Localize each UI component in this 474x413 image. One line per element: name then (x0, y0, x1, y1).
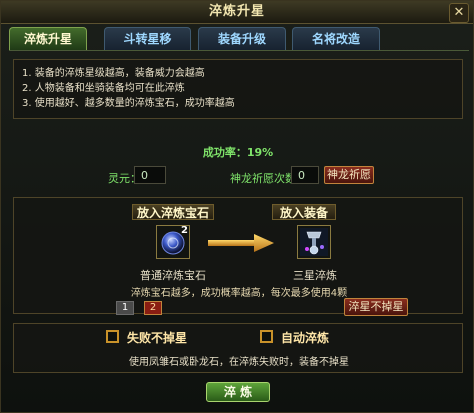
options-panel: 失败不掉星 自动淬炼 使用凤雏石或卧龙石，在淬炼失败时，装备不掉星 (13, 323, 463, 373)
no-drop-label: 失败不掉星 (127, 331, 188, 345)
dragon-prayer-button[interactable]: 神龙祈愿 (324, 166, 374, 184)
gem-count-badge: 2 (181, 225, 188, 236)
auto-refine-checkbox[interactable] (260, 330, 273, 343)
prayer-count-value: 0 (291, 166, 319, 184)
tab-refine-star[interactable]: 淬炼升星 (9, 27, 87, 50)
equipment-name: 三星淬炼 (293, 269, 337, 282)
no-drop-checkbox[interactable] (106, 330, 119, 343)
tab-general-remodel[interactable]: 名将改造 (292, 27, 380, 50)
page-2-button[interactable]: 2 (144, 301, 162, 315)
equipment-slot[interactable] (297, 225, 331, 259)
page-1-button[interactable]: 1 (116, 301, 134, 315)
auto-refine-label: 自动淬炼 (281, 331, 330, 345)
gem-slot[interactable]: 2 (156, 225, 190, 259)
equipment-icon (300, 228, 328, 256)
window-titlebar: 淬炼升星 (1, 1, 473, 24)
success-rate: 成功率：19% (202, 146, 274, 159)
star-no-drop-button[interactable]: 淬星不掉星 (344, 298, 408, 316)
tab-equip-upgrade[interactable]: 装备升级 (198, 27, 286, 50)
arrow-right-icon (208, 234, 274, 252)
options-note: 使用凤雏石或卧龙石，在淬炼失败时，装备不掉星 (129, 357, 349, 368)
spirit-value: 0 (134, 166, 166, 184)
rules-panel: 1. 装备的淬炼星级越高，装备威力会越高 2. 人物装备和坐骑装备均可在此淬炼 … (13, 59, 463, 119)
window-title: 淬炼升星 (208, 4, 265, 19)
gem-name: 普通淬炼宝石 (140, 269, 206, 282)
gem-slot-header: 放入淬炼宝石 (132, 204, 214, 220)
rule-line: 3. 使用越好、越多数量的淬炼宝石，成功率越高 (22, 98, 235, 109)
tab-bar: 淬炼升星 斗转星移 装备升级 名将改造 (9, 27, 469, 51)
rule-line: 2. 人物装备和坐骑装备均可在此淬炼 (22, 83, 185, 94)
refine-button[interactable]: 淬 炼 (206, 382, 270, 402)
close-icon[interactable]: ✕ (449, 3, 469, 23)
refine-main-panel: 放入淬炼宝石 放入装备 2 普通淬炼宝石 三星淬炼 淬炼宝石越多，成功概率越高，… (13, 197, 463, 316)
gem-hint: 淬炼宝石越多，成功概率越高，每次最多使用4颗 (130, 288, 348, 299)
tab-divider (9, 50, 469, 51)
refine-window: 淬炼升星 ✕ 淬炼升星 斗转星移 装备升级 名将改造 1. 装备的淬炼星级越高，… (0, 0, 474, 413)
rule-line: 1. 装备的淬炼星级越高，装备威力会越高 (22, 68, 205, 79)
equip-slot-header: 放入装备 (272, 204, 336, 220)
tab-star-transfer[interactable]: 斗转星移 (104, 27, 191, 50)
